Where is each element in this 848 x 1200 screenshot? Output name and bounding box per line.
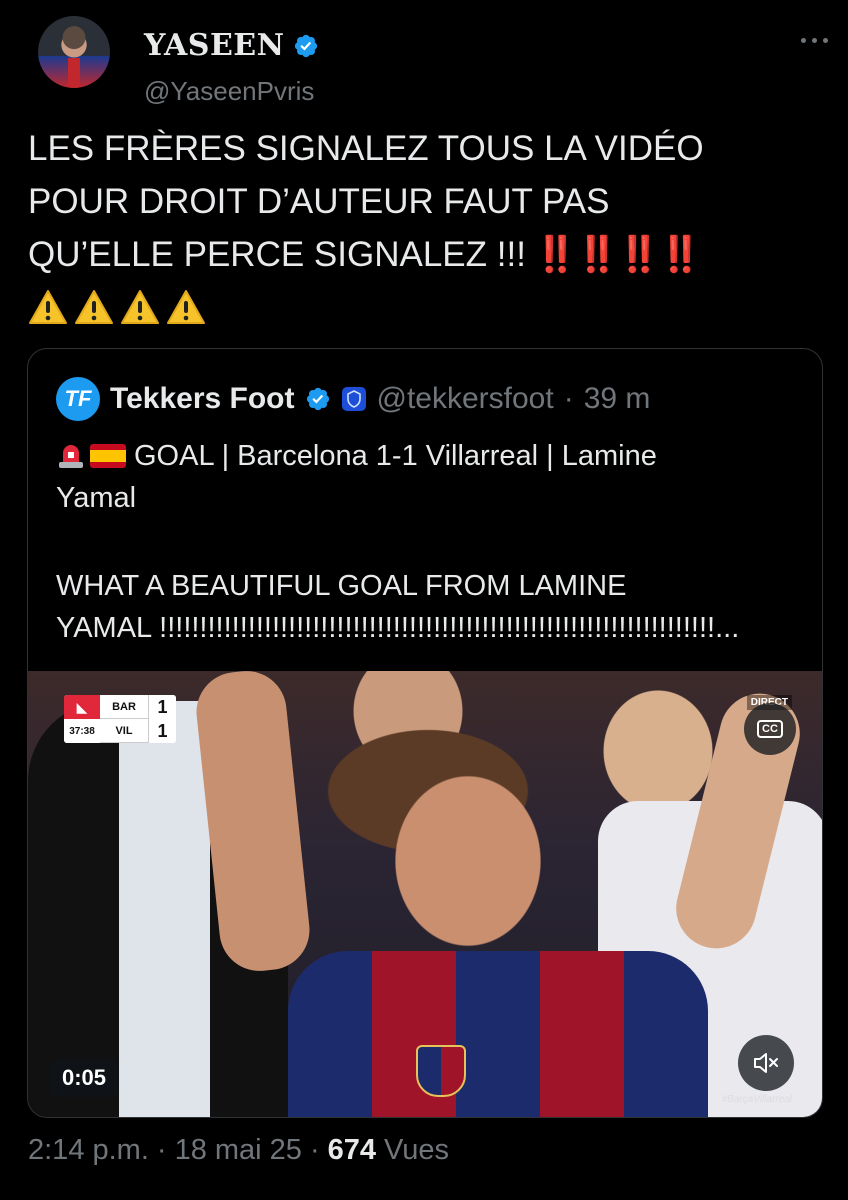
- warning-icon: [75, 290, 113, 324]
- tweet-meta: 2:14 p.m. · 18 mai 25 · 674 Vues: [28, 1134, 449, 1167]
- quoted-header: TF Tekkers Foot @tekkersfoot · 39 m: [56, 377, 650, 421]
- tweet-header: YASEEN @YaseenPvris: [38, 16, 828, 106]
- double-exclamation-emojis: ‼️‼️‼️‼️: [533, 235, 702, 274]
- mute-button[interactable]: [738, 1035, 794, 1091]
- post-date[interactable]: 18 mai 25: [175, 1134, 302, 1167]
- quoted-line-2: Yamal: [56, 482, 137, 514]
- home-score: 1: [148, 695, 176, 719]
- warning-icon: [121, 290, 159, 324]
- quoted-tweet[interactable]: TF Tekkers Foot @tekkersfoot · 39 m GOAL…: [27, 348, 823, 1118]
- quoted-line-1: GOAL | Barcelona 1-1 Villarreal | Lamine: [56, 435, 796, 477]
- quoted-headline: GOAL | Barcelona 1-1 Villarreal | Lamine: [134, 440, 657, 472]
- video-hashtag: #BarçaVillarreal: [721, 1094, 792, 1105]
- away-score: 1: [148, 719, 176, 743]
- away-team: VIL: [100, 719, 148, 743]
- warning-emoji-row: [28, 289, 808, 325]
- tweet-body: LES FRÈRES SIGNALEZ TOUS LA VIDÉO POUR D…: [28, 122, 808, 378]
- warning-icon: [29, 290, 67, 324]
- captions-button[interactable]: CC: [744, 703, 796, 755]
- verified-badge-icon: [294, 34, 317, 57]
- views-count: 674: [327, 1134, 376, 1166]
- quoted-line-4: YAMAL !!!!!!!!!!!!!!!!!!!!!!!!!!!!!!!!!!…: [56, 612, 740, 644]
- laliga-logo-icon: ◣: [64, 695, 100, 719]
- views-label: Vues: [384, 1134, 450, 1166]
- separator-dot: ·: [156, 1134, 167, 1166]
- separator-dot: ·: [309, 1134, 320, 1166]
- quoted-line-3: WHAT A BEAUTIFUL GOAL FROM LAMINE: [56, 570, 627, 602]
- scoreboard: ◣ BAR 1 37:38 VIL 1: [64, 695, 176, 743]
- siren-icon: [59, 445, 83, 468]
- warning-icon: [167, 290, 205, 324]
- spain-flag-icon: [90, 444, 126, 468]
- quoted-timestamp[interactable]: 39 m: [584, 382, 651, 416]
- home-team: BAR: [100, 695, 148, 719]
- quoted-handle[interactable]: @tekkersfoot: [377, 382, 554, 416]
- more-options-icon[interactable]: [801, 38, 828, 43]
- match-time: 37:38: [64, 719, 100, 743]
- cc-icon: CC: [757, 720, 783, 738]
- post-time[interactable]: 2:14 p.m.: [28, 1134, 149, 1167]
- author-name-row: YASEEN: [144, 28, 319, 63]
- author-handle[interactable]: @YaseenPvris: [144, 76, 314, 107]
- video-barca-shirt: [288, 951, 708, 1117]
- quoted-avatar[interactable]: TF: [56, 377, 100, 421]
- barca-crest-icon: [416, 1045, 466, 1097]
- video-player[interactable]: ◣ BAR 1 37:38 VIL 1 DIRECT CC 0:05 #Barç…: [28, 671, 822, 1117]
- speaker-muted-icon: [754, 1053, 778, 1073]
- avatar[interactable]: [38, 16, 110, 88]
- author-display-name[interactable]: YASEEN: [144, 28, 285, 63]
- affiliate-shield-icon: [341, 387, 366, 411]
- video-timer: 0:05: [50, 1059, 119, 1097]
- quoted-display-name[interactable]: Tekkers Foot: [110, 382, 295, 416]
- separator-dot: ·: [563, 382, 574, 415]
- verified-badge-icon: [306, 387, 329, 411]
